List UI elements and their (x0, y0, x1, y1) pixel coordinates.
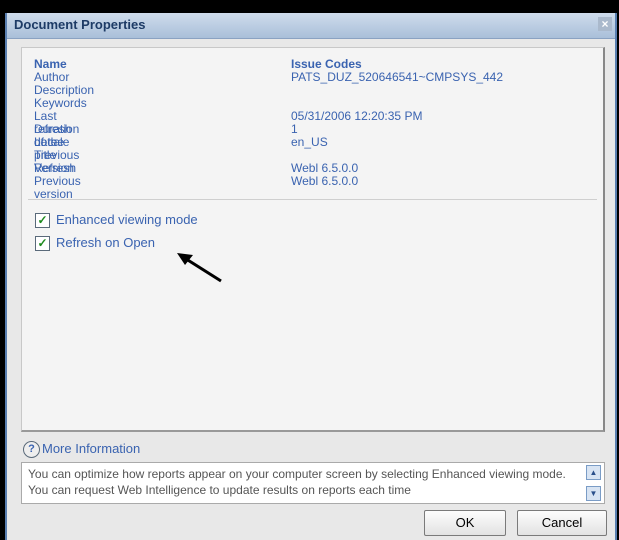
ok-button[interactable]: OK (424, 510, 506, 536)
close-icon[interactable]: × (598, 17, 612, 31)
more-information-link[interactable]: More Information (42, 441, 140, 456)
scroll-down-icon[interactable]: ▼ (586, 486, 601, 501)
document-properties-dialog: Document Properties × Name Issue Codes A… (5, 13, 617, 540)
scrollbar[interactable]: ▲ ▼ (586, 465, 601, 501)
scroll-up-icon[interactable]: ▲ (586, 465, 601, 480)
property-value: PATS_DUZ_520646541~CMPSYS_442 (291, 70, 504, 84)
enhanced-viewing-checkbox[interactable]: ✓ (35, 213, 50, 228)
property-label: Previous version (34, 174, 81, 201)
help-icon[interactable]: ? (23, 441, 40, 458)
info-text-box[interactable]: You can optimize how reports appear on y… (21, 462, 605, 504)
arrow-annotation-icon (177, 253, 222, 283)
enhanced-viewing-label[interactable]: Enhanced viewing mode (56, 212, 198, 227)
divider (28, 199, 597, 200)
title-bar: Document Properties × (7, 13, 615, 39)
dialog-title: Document Properties (14, 17, 146, 32)
refresh-on-open-checkbox[interactable]: ✓ (35, 236, 50, 251)
properties-panel: Name Issue Codes Author PATS_DUZ_5206465… (21, 47, 605, 432)
property-value: Webl 6.5.0.0 (291, 174, 359, 188)
cancel-button[interactable]: Cancel (517, 510, 607, 536)
refresh-on-open-label[interactable]: Refresh on Open (56, 235, 155, 250)
property-value: en_US (291, 135, 328, 149)
info-text: You can optimize how reports appear on y… (28, 467, 566, 497)
property-value: 05/31/2006 12:20:35 PM (291, 109, 423, 123)
